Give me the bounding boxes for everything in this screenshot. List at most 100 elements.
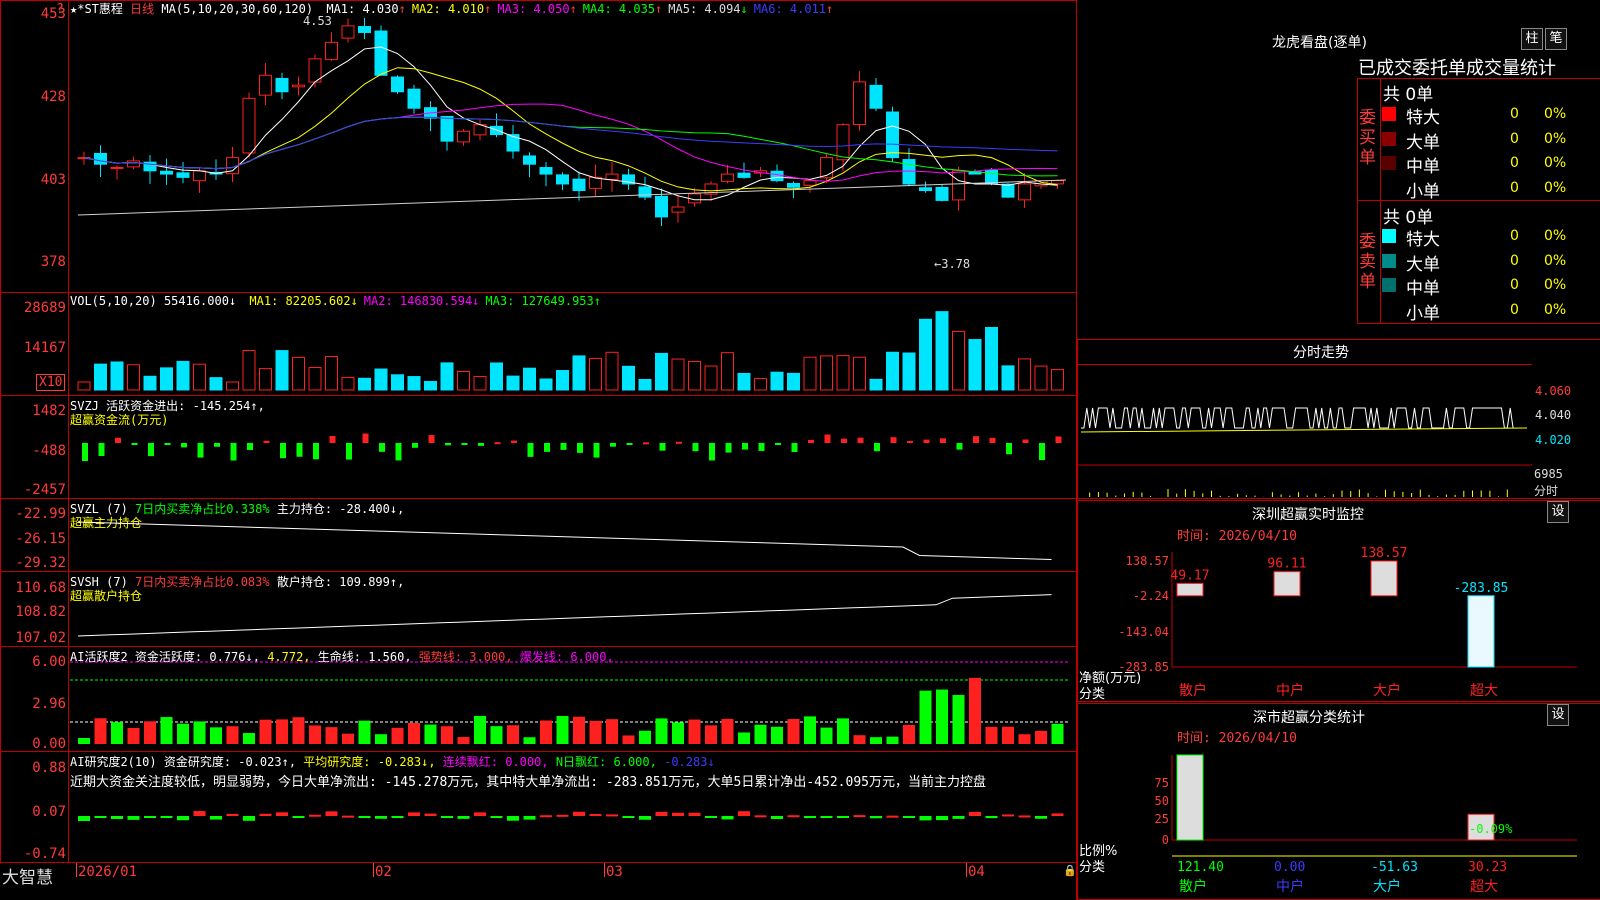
candle-body [605,173,619,180]
flow-bar [214,443,220,447]
volume-bar [308,367,322,391]
candle-body [539,167,553,175]
volume-bar [407,376,421,391]
svsh-line [77,594,1052,637]
research-bar [160,816,173,818]
candle-body [770,170,784,182]
volume-bar [176,360,190,391]
flow-bar [626,443,633,445]
candle-body [259,74,272,96]
flow-bar [775,443,781,445]
sz-monitor-value: -283.85 [1454,581,1509,596]
candle-body [160,170,173,175]
flow-bar [907,441,913,444]
research-bar [1002,814,1014,817]
research-bar [754,815,767,818]
candle-body [457,130,470,143]
candle-body [292,84,305,88]
activity-bar [787,719,800,744]
volume-bar [770,371,784,391]
activity-bar [705,725,717,744]
activity-bar [639,730,651,744]
color-swatch [1382,229,1396,243]
activity-bar [177,723,189,744]
flow-bar [725,443,732,453]
research-bar [573,811,585,816]
sz-class-value: -51.63 [1371,860,1418,875]
sz-class-bar [1176,754,1204,841]
volume-bar [836,355,850,391]
volume-bar [374,368,388,391]
flow-bar [1039,443,1045,461]
volume-bar [539,378,553,391]
flow-bar [676,441,682,444]
candle-body [638,186,652,198]
activity-bar [375,734,387,744]
flow-bar [808,439,814,443]
research-bar [523,816,536,820]
volume-bar [506,375,520,391]
activity-bar [919,690,932,744]
flow-bar [197,443,204,458]
research-bar [952,816,965,819]
order-row-pct: 0% [1544,155,1567,171]
research-bar [771,816,783,820]
candle-body [506,134,520,152]
research-bar [936,816,948,821]
research-bar [639,816,651,820]
order-row-count: 0 [1510,301,1519,318]
candle-body [803,180,817,186]
flow-bar [973,436,979,443]
volume-bar [77,381,91,391]
sz-monitor-bar [1370,560,1398,597]
research-bar [259,813,272,816]
research-bar [111,816,123,819]
sz-class-tick: 75 [1155,776,1169,790]
volume-bar [209,377,223,391]
order-row: 中单 0 0% [1380,152,1600,177]
candle-body [325,41,338,60]
kline-chart-area[interactable]: 453 428 403 378 ? 28689 14167 X10 1482 -… [0,0,1077,900]
activity-bar [408,722,420,744]
volume-bar [325,356,338,391]
activity-bar [358,720,371,744]
activity-bar [210,727,222,744]
activity-bar [127,727,140,744]
order-row-name: 特大 [1406,108,1440,128]
flow-bar [857,437,864,443]
color-swatch [1382,253,1396,268]
color-swatch [1382,107,1396,121]
flow-bar [989,437,996,443]
volume-bar [473,375,487,391]
research-bar [1051,813,1064,816]
research-bar [1035,816,1047,819]
research-bar [490,816,503,818]
candle-body [110,166,124,170]
volume-bar [902,352,916,391]
sz-class-category: 散户 [1179,878,1207,895]
activity-bar [457,736,470,744]
sz-class-pct-label: -0.09% [1469,822,1513,836]
research-bar [589,814,602,817]
flow-bar [940,438,946,443]
flow-bar [461,443,468,445]
order-row: 小单 0 0% [1380,177,1600,202]
color-swatch [1382,131,1396,146]
activity-bar [886,736,899,744]
sz-monitor-category: 超大 [1470,683,1498,699]
candle-body [572,178,586,192]
flow-bar [82,443,88,461]
activity-bar [160,717,173,744]
flow-bar [692,443,699,452]
activity-bar [853,735,866,744]
flow-bar [115,437,121,443]
flow-bar [593,443,600,458]
volume-bar [622,365,635,391]
research-bar [127,816,140,820]
volume-bar [671,358,685,391]
research-bar [391,816,404,818]
research-bar [540,815,552,818]
order-row-name: 小单 [1406,303,1440,324]
activity-bar [523,737,536,744]
research-bar [78,816,90,821]
